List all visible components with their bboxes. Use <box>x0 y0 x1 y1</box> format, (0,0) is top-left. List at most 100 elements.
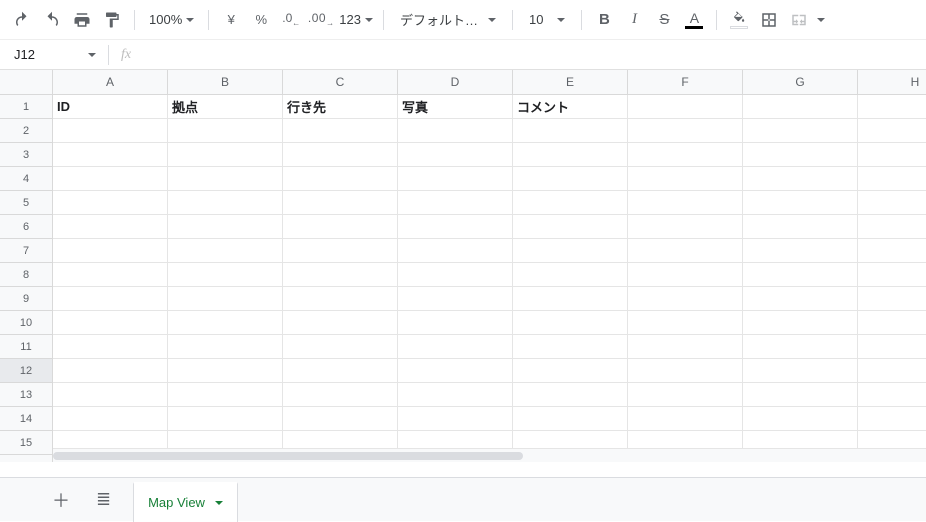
cell[interactable] <box>53 311 168 335</box>
zoom-dropdown[interactable]: 100% <box>143 12 200 27</box>
cell[interactable] <box>53 239 168 263</box>
cell[interactable] <box>628 119 743 143</box>
redo-button[interactable] <box>38 6 66 34</box>
cell[interactable] <box>168 239 283 263</box>
cell[interactable] <box>513 167 628 191</box>
cell[interactable] <box>513 359 628 383</box>
undo-button[interactable] <box>8 6 36 34</box>
row-header[interactable]: 5 <box>0 191 53 215</box>
cell[interactable] <box>283 407 398 431</box>
cell[interactable]: ID <box>53 95 168 119</box>
formula-input[interactable] <box>143 43 918 67</box>
cell[interactable] <box>53 167 168 191</box>
cell[interactable] <box>398 383 513 407</box>
cell[interactable]: 写真 <box>398 95 513 119</box>
column-header[interactable]: B <box>168 70 283 95</box>
cell[interactable] <box>283 167 398 191</box>
font-dropdown[interactable]: デフォルト… <box>392 10 504 29</box>
cell[interactable] <box>858 407 926 431</box>
cell[interactable] <box>513 239 628 263</box>
cell[interactable] <box>283 383 398 407</box>
fill-color-button[interactable] <box>725 6 753 34</box>
cell[interactable] <box>858 191 926 215</box>
cell[interactable] <box>858 311 926 335</box>
cell[interactable] <box>628 143 743 167</box>
increase-decimals-button[interactable]: .00→ <box>307 6 335 34</box>
row-header[interactable]: 4 <box>0 167 53 191</box>
cells-area[interactable]: ID拠点行き先写真コメント <box>53 95 926 462</box>
percent-button[interactable]: % <box>247 6 275 34</box>
italic-button[interactable]: I <box>620 6 648 34</box>
cell[interactable] <box>743 239 858 263</box>
cell[interactable] <box>858 119 926 143</box>
cell[interactable] <box>743 263 858 287</box>
cell[interactable] <box>743 359 858 383</box>
cell[interactable] <box>53 359 168 383</box>
cell[interactable] <box>283 239 398 263</box>
cell[interactable] <box>743 167 858 191</box>
cell[interactable] <box>743 311 858 335</box>
cell[interactable] <box>628 239 743 263</box>
cell[interactable] <box>743 287 858 311</box>
cell[interactable] <box>743 383 858 407</box>
cell[interactable] <box>513 287 628 311</box>
paint-format-button[interactable] <box>98 6 126 34</box>
cell[interactable] <box>283 335 398 359</box>
cell[interactable] <box>398 119 513 143</box>
row-header[interactable]: 14 <box>0 407 53 431</box>
cell[interactable] <box>53 383 168 407</box>
row-header[interactable]: 1 <box>0 95 53 119</box>
cell[interactable] <box>628 311 743 335</box>
cell[interactable] <box>513 215 628 239</box>
cell[interactable] <box>283 215 398 239</box>
currency-button[interactable]: ¥ <box>217 6 245 34</box>
column-header[interactable]: H <box>858 70 926 95</box>
cell[interactable] <box>283 359 398 383</box>
row-header[interactable]: 15 <box>0 431 53 455</box>
cell[interactable] <box>398 215 513 239</box>
cell[interactable] <box>628 167 743 191</box>
decrease-decimals-button[interactable]: .0← <box>277 6 305 34</box>
cell[interactable] <box>628 383 743 407</box>
cell[interactable] <box>398 359 513 383</box>
cell[interactable] <box>53 407 168 431</box>
cell[interactable] <box>858 167 926 191</box>
cell[interactable] <box>168 311 283 335</box>
cell[interactable] <box>513 119 628 143</box>
cell[interactable] <box>283 191 398 215</box>
sheet-tab-active[interactable]: Map View <box>133 482 238 522</box>
cell[interactable] <box>398 263 513 287</box>
font-size-dropdown[interactable]: 10 <box>521 12 573 27</box>
cell[interactable] <box>168 167 283 191</box>
column-header[interactable]: F <box>628 70 743 95</box>
cell[interactable] <box>513 263 628 287</box>
row-header[interactable]: 13 <box>0 383 53 407</box>
row-header[interactable]: 6 <box>0 215 53 239</box>
cell[interactable] <box>283 287 398 311</box>
cell[interactable] <box>513 311 628 335</box>
cell[interactable] <box>858 359 926 383</box>
row-header[interactable]: 7 <box>0 239 53 263</box>
cell[interactable] <box>743 191 858 215</box>
cell[interactable] <box>168 143 283 167</box>
spreadsheet-grid[interactable]: ABCDEFGH 12345678910111213141516 ID拠点行き先… <box>0 70 926 462</box>
chevron-down-icon[interactable] <box>817 18 825 22</box>
cell[interactable] <box>168 335 283 359</box>
cell[interactable] <box>513 191 628 215</box>
cell[interactable] <box>283 311 398 335</box>
horizontal-scrollbar[interactable] <box>53 448 926 462</box>
cell[interactable] <box>283 143 398 167</box>
add-sheet-button[interactable]: ＋ <box>48 483 74 517</box>
cell[interactable] <box>628 263 743 287</box>
cell[interactable] <box>628 191 743 215</box>
cell[interactable] <box>858 383 926 407</box>
cell[interactable] <box>858 215 926 239</box>
row-header[interactable]: 10 <box>0 311 53 335</box>
name-box[interactable]: J12 <box>8 45 102 64</box>
text-color-button[interactable]: A <box>680 6 708 34</box>
cell[interactable] <box>513 335 628 359</box>
column-header[interactable]: E <box>513 70 628 95</box>
column-header[interactable]: C <box>283 70 398 95</box>
cell[interactable] <box>53 263 168 287</box>
print-button[interactable] <box>68 6 96 34</box>
